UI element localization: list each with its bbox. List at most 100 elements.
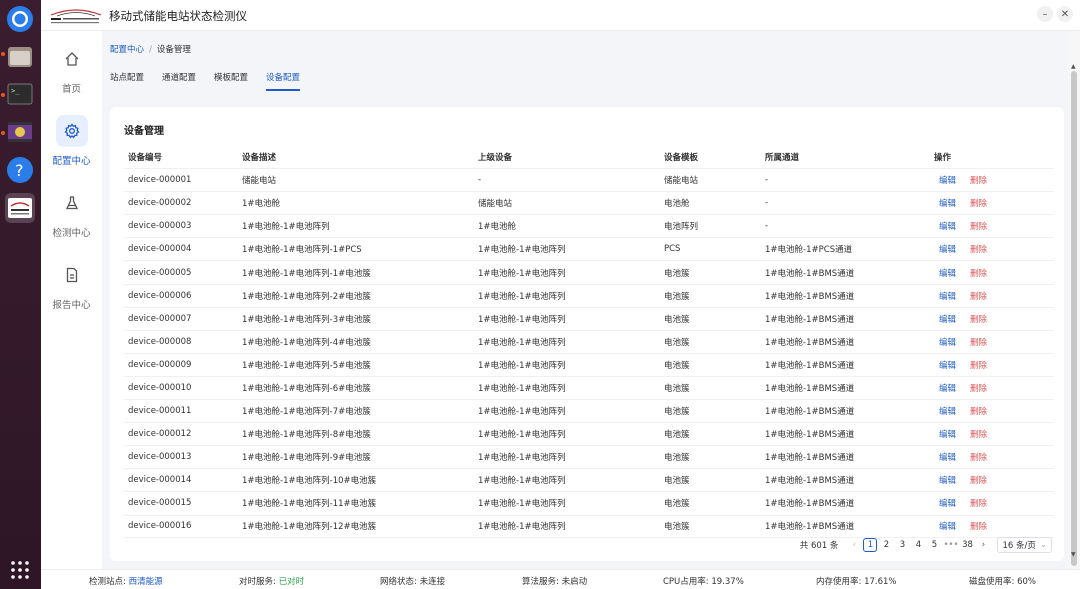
page-2-button[interactable]: 2 — [879, 538, 893, 552]
header-device-id: 设备编号 — [128, 152, 163, 163]
table-row: device-000003 1#电池舱-1#电池阵列 1#电池舱 电池阵列 - 编辑 删除 — [124, 214, 1054, 237]
cell-actions: 编辑 删除 — [934, 313, 1054, 325]
page-last-button[interactable]: 38 — [960, 538, 974, 552]
cell-template: 电池簇 — [664, 522, 690, 533]
edit-button[interactable]: 编辑 — [939, 522, 956, 532]
breadcrumb-current: 设备管理 — [156, 45, 191, 55]
delete-button[interactable]: 删除 — [970, 199, 987, 209]
delete-button[interactable]: 删除 — [970, 361, 987, 371]
breadcrumb-parent[interactable]: 配置中心 — [110, 45, 144, 55]
delete-button[interactable]: 删除 — [970, 499, 987, 509]
edit-button[interactable]: 编辑 — [939, 292, 956, 302]
delete-button[interactable]: 删除 — [970, 384, 987, 394]
cell-description: 1#电池舱-1#电池阵列-3#电池簇 — [242, 314, 371, 325]
detector-app-icon[interactable] — [5, 193, 35, 223]
delete-button[interactable]: 删除 — [970, 222, 987, 232]
algorithm-value: 未启动 — [561, 577, 588, 587]
edit-button[interactable]: 编辑 — [939, 222, 956, 232]
tab-device-config[interactable]: 设备配置 — [266, 71, 301, 91]
edit-button[interactable]: 编辑 — [939, 430, 956, 440]
edit-button[interactable]: 编辑 — [939, 199, 956, 209]
page-5-button[interactable]: 5 — [927, 538, 941, 552]
app-sidebar: 首页 配置中心 检测中心 报告中心 — [41, 31, 102, 569]
prev-page-button[interactable]: ‹ — [847, 538, 861, 552]
edit-button[interactable]: 编辑 — [939, 476, 956, 486]
chromium-app-icon[interactable] — [5, 4, 35, 34]
edit-button[interactable]: 编辑 — [939, 269, 956, 279]
station-value: 西清能源 — [128, 577, 163, 587]
files-app-icon[interactable] — [5, 41, 35, 71]
delete-button[interactable]: 删除 — [970, 476, 987, 486]
cell-device-id: device-000002 — [128, 198, 192, 209]
delete-button[interactable]: 删除 — [970, 269, 987, 279]
table-row: device-000005 1#电池舱-1#电池阵列-1#电池簇 1#电池舱-1#电… — [124, 260, 1054, 283]
nav-item-config[interactable]: 配置中心 — [41, 103, 102, 173]
scroll-down-icon[interactable]: ▼ — [1071, 551, 1076, 558]
breadcrumb: 配置中心 / 设备管理 — [110, 43, 191, 55]
edit-button[interactable]: 编辑 — [939, 245, 956, 255]
edit-button[interactable]: 编辑 — [939, 453, 956, 463]
nav-item-test[interactable]: 检测中心 — [41, 175, 102, 245]
close-button[interactable]: ✕ — [1057, 6, 1073, 22]
company-logo — [49, 6, 103, 26]
page-size-select[interactable]: 16 条/页 ⌄ — [997, 537, 1052, 553]
cell-parent-device: 1#电池舱-1#电池阵列 — [478, 499, 566, 510]
edit-button[interactable]: 编辑 — [939, 384, 956, 394]
edit-button[interactable]: 编辑 — [939, 499, 956, 509]
delete-button[interactable]: 删除 — [970, 315, 987, 325]
video-app-icon[interactable] — [5, 117, 35, 147]
terminal-app-icon[interactable]: >_ — [5, 79, 35, 109]
status-algorithm: 算法服务: 未启动 — [522, 577, 588, 587]
app-grid-icon[interactable] — [5, 555, 35, 585]
scroll-up-icon[interactable]: ▲ — [1071, 63, 1076, 70]
tab-site-config[interactable]: 站点配置 — [110, 71, 144, 89]
edit-button[interactable]: 编辑 — [939, 338, 956, 348]
cell-actions: 编辑 删除 — [934, 174, 1054, 186]
delete-button[interactable]: 删除 — [970, 522, 987, 532]
delete-button[interactable]: 删除 — [970, 176, 987, 186]
edit-button[interactable]: 编辑 — [939, 361, 956, 371]
edit-button[interactable]: 编辑 — [939, 407, 956, 417]
delete-button[interactable]: 删除 — [970, 292, 987, 302]
minimize-button[interactable]: – — [1037, 6, 1053, 22]
help-app-icon[interactable]: ? — [5, 155, 35, 185]
cell-template: 电池簇 — [664, 430, 690, 441]
delete-button[interactable]: 删除 — [970, 338, 987, 348]
tab-template-config[interactable]: 模板配置 — [214, 71, 248, 89]
nav-item-report[interactable]: 报告中心 — [41, 247, 102, 317]
chevron-down-icon: ⌄ — [1039, 540, 1047, 550]
scroll-thumb[interactable] — [1071, 71, 1077, 566]
edit-button[interactable]: 编辑 — [939, 176, 956, 186]
cell-template: 电池簇 — [664, 499, 690, 510]
edit-button[interactable]: 编辑 — [939, 315, 956, 325]
status-network: 网络状态: 未连接 — [380, 577, 446, 587]
cell-description: 1#电池舱-1#电池阵列-2#电池簇 — [242, 291, 371, 302]
cell-parent-device: 1#电池舱-1#电池阵列 — [478, 407, 566, 418]
cell-parent-device: 1#电池舱-1#电池阵列 — [478, 337, 566, 348]
cell-parent-device: 1#电池舱-1#电池阵列 — [478, 314, 566, 325]
more-pages-button[interactable]: ••• — [943, 538, 958, 552]
cell-channel: 1#电池舱-1#BMS通道 — [765, 453, 855, 464]
table-row: device-000015 1#电池舱-1#电池阵列-11#电池簇 1#电池舱-1#… — [124, 491, 1054, 514]
header-channel: 所属通道 — [765, 152, 800, 163]
page-3-button[interactable]: 3 — [895, 538, 909, 552]
vertical-scrollbar[interactable]: ▲ ▼ — [1068, 31, 1080, 569]
nav-item-home[interactable]: 首页 — [41, 31, 102, 101]
cell-parent-device: 1#电池舱-1#电池阵列 — [478, 360, 566, 371]
breadcrumb-separator: / — [149, 45, 152, 55]
delete-button[interactable]: 删除 — [970, 245, 987, 255]
table-row: device-000010 1#电池舱-1#电池阵列-6#电池簇 1#电池舱-1#电… — [124, 375, 1054, 399]
cell-description: 1#电池舱-1#电池阵列-1#电池簇 — [242, 268, 371, 279]
delete-button[interactable]: 删除 — [970, 430, 987, 440]
delete-button[interactable]: 删除 — [970, 453, 987, 463]
tab-channel-config[interactable]: 通道配置 — [162, 71, 196, 89]
page-4-button[interactable]: 4 — [911, 538, 925, 552]
next-page-button[interactable]: › — [976, 538, 990, 552]
header-actions: 操作 — [934, 152, 952, 163]
memory-value: 17.61% — [864, 577, 897, 587]
delete-button[interactable]: 删除 — [970, 407, 987, 417]
cell-actions: 编辑 删除 — [934, 359, 1054, 371]
cell-actions: 编辑 删除 — [934, 497, 1054, 509]
page-1-button[interactable]: 1 — [863, 538, 878, 552]
cell-description: 1#电池舱-1#电池阵列-6#电池簇 — [242, 383, 371, 394]
